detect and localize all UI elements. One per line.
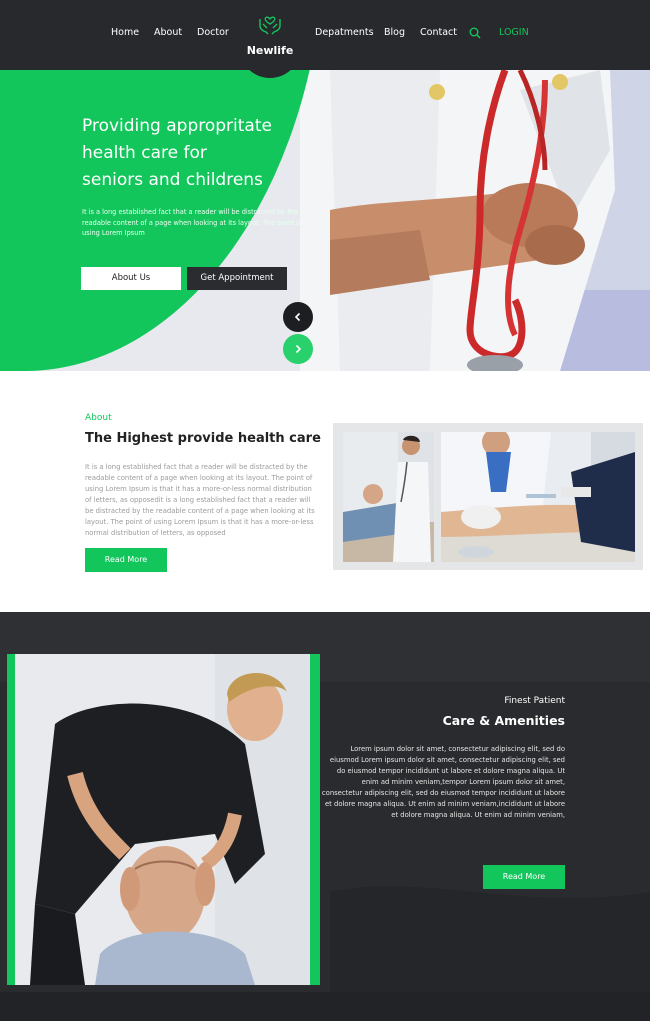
amenities-read-more-button[interactable]: Read More <box>483 865 565 889</box>
hero-title-line: health care for <box>82 143 207 163</box>
hero-title-line: Providing appropritate <box>82 116 272 136</box>
nav-about[interactable]: About <box>154 27 182 38</box>
about-read-more-button[interactable]: Read More <box>85 548 167 572</box>
nav-blog[interactable]: Blog <box>384 27 405 38</box>
chevron-left-icon <box>294 312 301 322</box>
site-header: Home About Doctor Depatments Blog Contac… <box>0 0 650 70</box>
patient-exam-image <box>343 432 434 562</box>
get-appointment-button[interactable]: Get Appointment <box>187 267 287 290</box>
amenities-label: Finest Patient <box>504 696 565 706</box>
about-text: It is a long established fact that a rea… <box>85 463 315 537</box>
slider-prev-button[interactable] <box>283 302 313 332</box>
logo-text: Newlife <box>246 44 294 57</box>
nav-departments[interactable]: Depatments <box>315 27 374 38</box>
physiotherapy-image <box>15 654 310 985</box>
slider-next-button[interactable] <box>283 334 313 364</box>
hero-section: Providing appropritate health care for s… <box>0 70 650 371</box>
about-label: About <box>85 413 112 423</box>
nav-doctor[interactable]: Doctor <box>197 27 229 38</box>
nav-contact[interactable]: Contact <box>420 27 457 38</box>
search-icon[interactable] <box>469 27 481 39</box>
amenities-title: Care & Amenities <box>442 713 565 728</box>
hero-title-line: seniors and childrens <box>82 170 263 190</box>
hero-title: Providing appropritate health care for s… <box>82 113 312 194</box>
nav-home[interactable]: Home <box>111 27 139 38</box>
hands-heart-icon <box>259 16 281 35</box>
blood-test-image <box>441 432 635 562</box>
hero-description: It is a long established fact that a rea… <box>82 208 303 237</box>
login-link[interactable]: LOGIN <box>499 27 529 38</box>
about-title: The Highest provide health care <box>85 431 321 446</box>
chevron-right-icon <box>295 344 302 354</box>
logo[interactable]: Newlife <box>239 0 301 78</box>
about-us-button[interactable]: About Us <box>81 267 181 290</box>
amenities-text: Lorem ipsum dolor sit amet, consectetur … <box>321 745 565 819</box>
